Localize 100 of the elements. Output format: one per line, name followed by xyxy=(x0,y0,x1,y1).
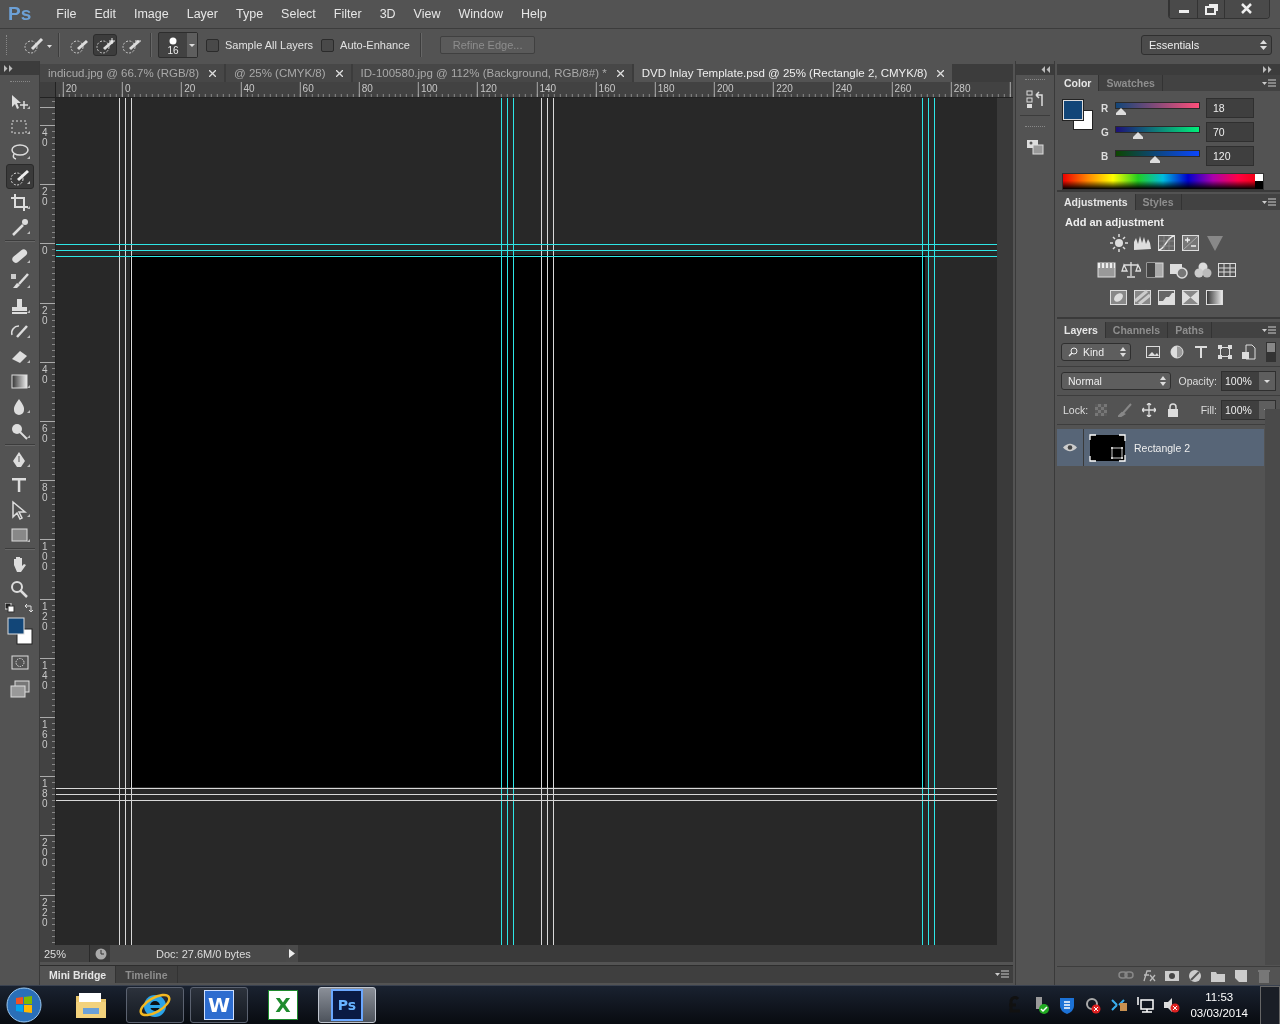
color-spectrum[interactable] xyxy=(1062,173,1264,190)
curves-icon[interactable] xyxy=(1156,233,1177,253)
brush-size-picker[interactable]: 16 xyxy=(158,32,198,58)
taskbar-button[interactable]: Ps xyxy=(318,987,376,1023)
swap-colors-icon[interactable] xyxy=(23,603,34,613)
taskbar-button[interactable]: X xyxy=(254,987,312,1023)
menu-item[interactable]: Select xyxy=(272,7,325,21)
screen-mode-icon[interactable] xyxy=(8,678,31,700)
circles-icon[interactable] xyxy=(1192,260,1213,280)
panel-tab[interactable]: Timeline xyxy=(116,966,178,983)
menu-item[interactable]: Layer xyxy=(177,7,227,21)
smart-object-filter-icon[interactable] xyxy=(1241,344,1257,360)
menu-item[interactable]: Image xyxy=(124,7,178,21)
panel-tab[interactable]: Color xyxy=(1057,75,1100,91)
collapse-icon[interactable] xyxy=(1041,66,1050,73)
color-swatches[interactable] xyxy=(1062,99,1094,131)
exposure-icon[interactable] xyxy=(1180,233,1201,253)
default-colors-icon[interactable] xyxy=(4,603,15,613)
color-swatches[interactable] xyxy=(6,615,33,645)
grid-icon[interactable] xyxy=(1216,260,1237,280)
play-icon[interactable] xyxy=(286,945,298,962)
document-tab[interactable]: indicud.jpg @ 66.7% (RGB/8) xyxy=(40,64,225,82)
shield-icon[interactable] xyxy=(1058,996,1077,1014)
shape-filter-icon[interactable] xyxy=(1217,344,1233,360)
taskbar-button[interactable]: W xyxy=(190,987,248,1023)
minimize-icon[interactable] xyxy=(1169,0,1197,18)
channel-value-field[interactable]: 120 xyxy=(1206,146,1254,166)
tool-button[interactable] xyxy=(5,164,34,189)
collapse-icon[interactable] xyxy=(1263,66,1272,73)
menu-item[interactable]: Filter xyxy=(324,7,371,21)
panel-menu-icon[interactable] xyxy=(1262,325,1276,335)
tool-preset-icon[interactable] xyxy=(22,35,52,55)
menu-item[interactable]: Window xyxy=(449,7,512,21)
adjustment-layer-icon[interactable] xyxy=(1187,968,1203,984)
panel-tab[interactable]: Adjustments xyxy=(1057,194,1136,210)
scrollbar[interactable] xyxy=(1265,409,1280,965)
workspace-dropdown[interactable]: Essentials xyxy=(1141,35,1272,55)
balance-icon[interactable] xyxy=(1120,260,1141,280)
clock-time[interactable]: 11:53 xyxy=(1205,989,1234,1005)
network-icon[interactable] xyxy=(1136,996,1155,1014)
slider-thumb[interactable] xyxy=(1149,155,1160,163)
menu-item[interactable]: View xyxy=(404,7,450,21)
channel-slider[interactable] xyxy=(1115,149,1200,163)
adjustment-filter-icon[interactable] xyxy=(1169,344,1185,360)
dropdown-icon[interactable] xyxy=(187,33,197,57)
desaturate-icon[interactable] xyxy=(1144,260,1165,280)
vertical-scrollbar[interactable] xyxy=(997,98,1013,945)
panel-menu-icon[interactable] xyxy=(1262,78,1276,88)
filter-dropdown[interactable]: Kind xyxy=(1061,343,1131,361)
channel-value-field[interactable]: 18 xyxy=(1206,98,1254,118)
start-button[interactable] xyxy=(4,987,44,1023)
checkbox[interactable] xyxy=(321,38,335,52)
pen-tablet-icon[interactable] xyxy=(1110,996,1129,1014)
channel-slider[interactable] xyxy=(1115,125,1200,139)
clock-date[interactable]: 03/03/2014 xyxy=(1190,1005,1248,1021)
menu-item[interactable]: Edit xyxy=(85,7,125,21)
menu-item[interactable]: File xyxy=(47,7,86,21)
taskbar-button[interactable] xyxy=(126,987,184,1023)
layer-row[interactable]: Rectangle 2 xyxy=(1057,429,1264,466)
gradient-map-icon[interactable] xyxy=(1204,287,1225,307)
vibrance-icon[interactable] xyxy=(1096,260,1117,280)
posterize-icon[interactable] xyxy=(1132,287,1153,307)
new-layer-icon[interactable] xyxy=(1233,968,1249,984)
restore-icon[interactable] xyxy=(1197,0,1224,18)
document-tab[interactable]: @ 25% (CMYK/8) xyxy=(226,64,351,82)
menu-item[interactable]: Type xyxy=(227,7,273,21)
volume-muted-icon[interactable] xyxy=(1162,996,1181,1014)
brightness-icon[interactable] xyxy=(1108,233,1129,253)
panel-menu-icon[interactable] xyxy=(1262,197,1276,207)
lock-move-icon[interactable] xyxy=(1142,403,1157,417)
menu-item[interactable]: Help xyxy=(511,7,556,21)
history-icon[interactable] xyxy=(1025,89,1045,109)
sync-error-icon[interactable] xyxy=(1084,996,1103,1014)
close-icon[interactable] xyxy=(1224,0,1269,18)
checkbox[interactable] xyxy=(206,38,219,52)
document-tab[interactable]: ID-100580.jpg @ 112% (Background, RGB/8#) * xyxy=(352,64,632,82)
channel-slider[interactable] xyxy=(1115,101,1200,115)
panel-tab[interactable]: Mini Bridge xyxy=(40,966,117,983)
filter-toggle[interactable] xyxy=(1266,342,1276,362)
eye-icon[interactable] xyxy=(1063,443,1077,452)
panel-tab[interactable]: Layers xyxy=(1057,322,1106,338)
invert-icon[interactable] xyxy=(1108,287,1129,307)
collapse-icon[interactable] xyxy=(4,64,13,72)
image-filter-icon[interactable] xyxy=(1145,344,1161,360)
fx-icon[interactable] xyxy=(1141,968,1157,984)
slider-thumb[interactable] xyxy=(1132,131,1143,139)
type-filter-icon[interactable] xyxy=(1193,344,1209,360)
panel-menu-icon[interactable] xyxy=(995,970,1009,979)
document-tab[interactable]: DVD Inlay Template.psd @ 25% (Rectangle 2, CMYK/8) xyxy=(633,64,953,82)
slider-thumb[interactable] xyxy=(1115,107,1126,115)
threshold-icon[interactable] xyxy=(1156,287,1177,307)
selective-color-icon[interactable] xyxy=(1180,287,1201,307)
mask-icon[interactable] xyxy=(1164,968,1180,984)
timer-icon[interactable] xyxy=(94,947,108,960)
channel-value-field[interactable]: 70 xyxy=(1206,122,1254,142)
blend-mode-dropdown[interactable]: Normal xyxy=(1061,372,1171,390)
show-desktop-button[interactable] xyxy=(1260,985,1280,1024)
zoom-level[interactable]: 25% xyxy=(40,945,90,962)
lock-icon[interactable] xyxy=(1166,403,1181,417)
brush-mode-button[interactable] xyxy=(93,34,117,56)
